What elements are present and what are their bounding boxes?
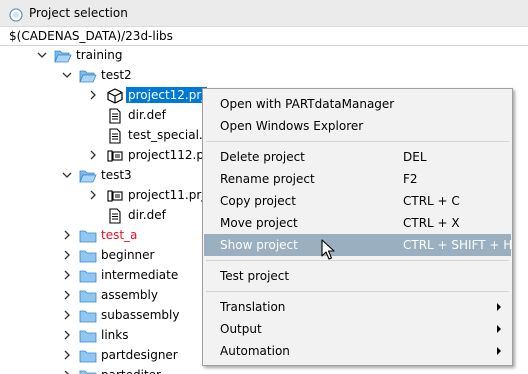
folder-icon [79, 350, 97, 363]
path-text: $(CADENAS_DATA)/23d-libs [9, 29, 173, 43]
tree-item-label: assembly [101, 288, 158, 302]
menu-item-label: Test project [220, 269, 290, 283]
tree-item-label: partdesigner [101, 348, 178, 362]
menu-item-test-project[interactable]: Test project [204, 265, 511, 287]
menu-item-shortcut: F2 [403, 172, 418, 186]
menu-separator [206, 260, 509, 261]
folder-icon [79, 270, 97, 283]
menu-item-move-project[interactable]: Move project CTRL + X [204, 212, 511, 234]
cube-icon [107, 88, 123, 104]
tree-item-label: intermediate [101, 268, 179, 282]
tree-item-label: project11.prj [128, 188, 205, 202]
chevron-right-icon[interactable] [88, 150, 98, 160]
menu-item-label: Show project [220, 238, 298, 252]
menu-item-label: Delete project [220, 150, 305, 164]
title-bar: Project selection [0, 0, 528, 27]
menu-item-label: Translation [220, 300, 286, 314]
menu-item-rename-project[interactable]: Rename project F2 [204, 168, 511, 190]
chevron-right-icon[interactable] [62, 270, 72, 280]
menu-separator [206, 291, 509, 292]
submenu-arrow-icon [497, 303, 501, 311]
submenu-arrow-icon [497, 325, 501, 333]
menu-item-shortcut: CTRL + SHIFT + H [403, 238, 513, 252]
tree-item-label: test3 [101, 168, 132, 182]
file-icon [109, 208, 121, 224]
folder-icon [79, 290, 97, 303]
chevron-right-icon[interactable] [88, 190, 98, 200]
chevron-right-icon[interactable] [88, 90, 98, 100]
menu-item-label: Open with PARTdataManager [220, 97, 395, 111]
tree-item-training[interactable]: training [0, 46, 528, 66]
tree-item-label: test_a [101, 228, 138, 242]
tree-item-label: links [101, 328, 129, 342]
chevron-right-icon[interactable] [62, 290, 72, 300]
folder-open-icon [79, 70, 97, 83]
app-icon [9, 8, 23, 22]
chevron-down-icon[interactable] [37, 50, 47, 60]
tree-item-label: dir.def [128, 208, 166, 222]
menu-item-open-explorer[interactable]: Open Windows Explorer [204, 115, 511, 137]
context-menu: Open with PARTdataManager Open Windows E… [202, 88, 513, 366]
folder-open-icon [54, 50, 72, 63]
chevron-down-icon[interactable] [62, 170, 72, 180]
folder-open-icon [79, 170, 97, 183]
path-bar[interactable]: $(CADENAS_DATA)/23d-libs [0, 27, 528, 46]
menu-item-show-project[interactable]: Show project CTRL + SHIFT + H [204, 234, 513, 256]
chevron-right-icon[interactable] [62, 370, 72, 374]
chevron-right-icon[interactable] [62, 250, 72, 260]
folder-icon [79, 370, 97, 374]
tree-item-label: project112.prj [128, 148, 213, 162]
submenu-arrow-icon [497, 347, 501, 355]
file-icon [109, 108, 121, 124]
mouse-cursor-icon [321, 239, 335, 260]
menu-item-open-partdatamanager[interactable]: Open with PARTdataManager [204, 93, 511, 115]
menu-item-shortcut: CTRL + X [403, 216, 460, 230]
chevron-down-icon[interactable] [62, 70, 72, 80]
folder-icon [79, 230, 97, 243]
assembly-icon [107, 150, 123, 162]
menu-item-automation[interactable]: Automation [204, 340, 511, 362]
menu-item-shortcut: CTRL + C [403, 194, 460, 208]
chevron-right-icon[interactable] [62, 310, 72, 320]
menu-item-shortcut: DEL [403, 150, 427, 164]
folder-icon [79, 310, 97, 323]
tree-item-label: partediter [101, 368, 161, 374]
chevron-right-icon[interactable] [62, 330, 72, 340]
tree-item-label: beginner [101, 248, 155, 262]
tree-item-test2[interactable]: test2 [0, 66, 528, 86]
tree-item-label: training [76, 48, 123, 62]
menu-item-label: Automation [220, 344, 290, 358]
folder-icon [79, 250, 97, 263]
tree-item-label: subassembly [101, 308, 180, 322]
window-title: Project selection [29, 6, 128, 20]
tree-item-partediter[interactable]: partediter [0, 366, 528, 374]
menu-item-label: Move project [220, 216, 298, 230]
chevron-right-icon[interactable] [62, 350, 72, 360]
menu-separator [206, 141, 509, 142]
menu-item-label: Output [220, 322, 262, 336]
menu-item-label: Rename project [220, 172, 315, 186]
menu-item-copy-project[interactable]: Copy project CTRL + C [204, 190, 511, 212]
menu-item-delete-project[interactable]: Delete project DEL [204, 146, 511, 168]
tree-item-label: dir.def [128, 108, 166, 122]
folder-icon [79, 330, 97, 343]
chevron-right-icon[interactable] [62, 230, 72, 240]
menu-item-output[interactable]: Output [204, 318, 511, 340]
menu-item-translation[interactable]: Translation [204, 296, 511, 318]
tree-item-label: test2 [101, 68, 132, 82]
file-icon [109, 128, 121, 144]
tree-item-label: project12.prj [126, 87, 207, 103]
assembly-icon [107, 190, 123, 202]
menu-item-label: Copy project [220, 194, 296, 208]
menu-item-label: Open Windows Explorer [220, 119, 364, 133]
